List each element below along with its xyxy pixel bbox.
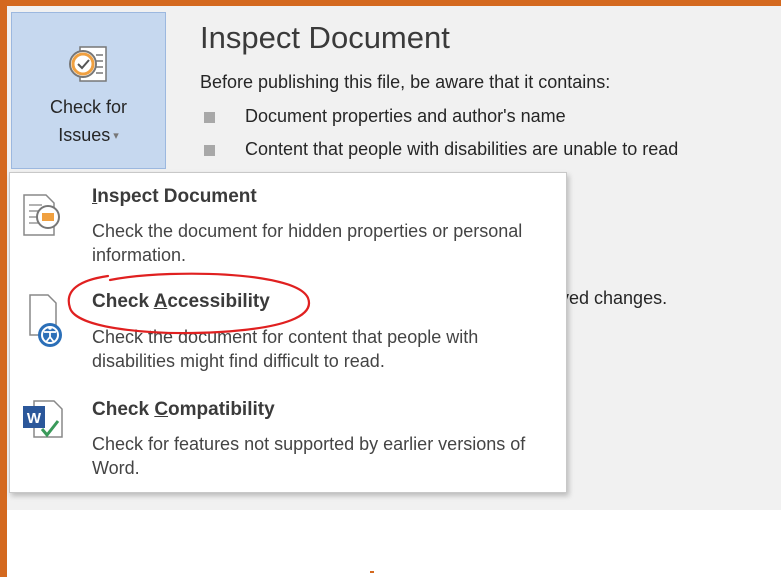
- check-for-issues-icon: [66, 43, 112, 93]
- menu-item-title: Check Compatibility: [92, 399, 275, 420]
- partial-bullet-text: ved changes.: [560, 288, 668, 308]
- menu-item-title: Inspect Document: [92, 186, 257, 207]
- menu-item-description: Check the document for hidden properties…: [92, 221, 523, 265]
- bullet-icon: [204, 112, 215, 123]
- inspect-document-icon: [20, 193, 64, 244]
- bullet-icon: [204, 145, 215, 156]
- bullet-item: Content that people with disabilities ar…: [245, 139, 679, 159]
- check-for-issues-button[interactable]: Check for Issues ▾: [11, 12, 166, 169]
- check-for-issues-label: Check for: [49, 97, 128, 117]
- orange-mark: [370, 571, 374, 573]
- svg-text:W: W: [27, 410, 42, 427]
- annotation-circle: [67, 272, 311, 335]
- frame-left-border: [0, 0, 7, 577]
- chevron-down-icon: ▾: [113, 130, 119, 142]
- issues-label: Issues ▾: [58, 125, 119, 145]
- section-description: Before publishing this file, be aware th…: [200, 72, 611, 92]
- check-compatibility-icon: W: [20, 397, 66, 450]
- bullet-item: Document properties and author's name: [245, 106, 566, 126]
- section-title: Inspect Document: [200, 20, 450, 55]
- menu-item-description: Check for features not supported by earl…: [92, 434, 526, 478]
